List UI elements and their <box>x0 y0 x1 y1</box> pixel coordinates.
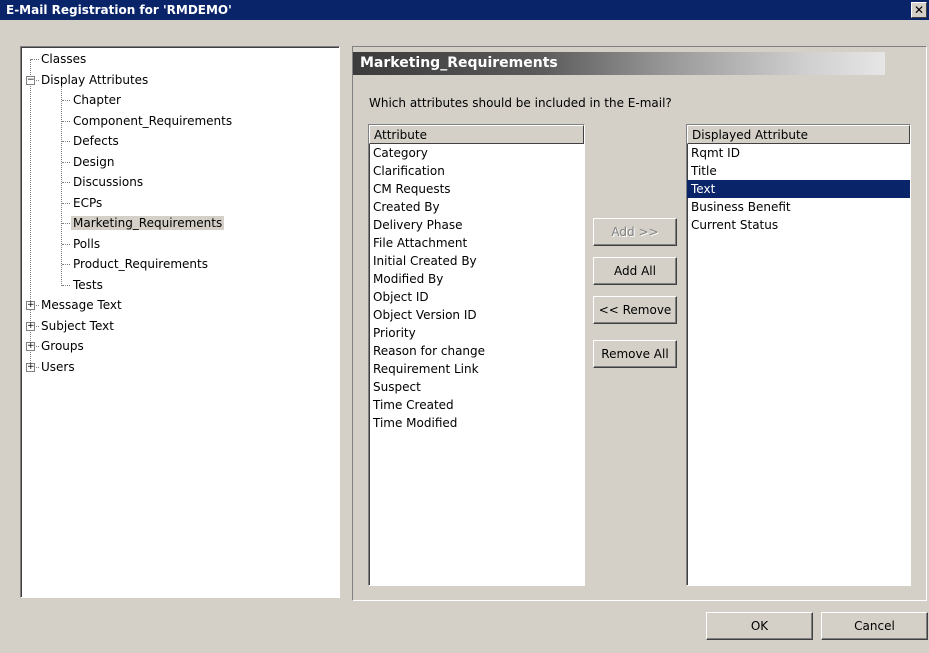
available-attribute-item[interactable]: Suspect <box>369 378 584 396</box>
tree-item-product-requirements[interactable]: Product_Requirements <box>71 255 210 273</box>
tree-item-label: Groups <box>41 339 84 353</box>
tree-connector-line <box>62 243 70 245</box>
expand-icon[interactable]: + <box>26 321 35 331</box>
displayed-attribute-item[interactable]: Rqmt ID <box>687 144 910 162</box>
displayed-attribute-item[interactable]: Text <box>687 180 910 198</box>
available-attribute-item[interactable]: Requirement Link <box>369 360 584 378</box>
tree-item-label: Marketing_Requirements <box>71 216 225 230</box>
tree-connector-line <box>62 223 70 224</box>
tree-item-label: Product_Requirements <box>73 257 208 271</box>
tree-connector-line <box>62 182 70 183</box>
tree-item-label: Subject Text <box>41 318 114 333</box>
tree-connector-line <box>31 59 39 60</box>
add-button[interactable]: Add >> <box>593 218 677 246</box>
tree-item-label: Classes <box>41 52 87 66</box>
add-all-button[interactable]: Add All <box>593 257 677 285</box>
tree-item-discussions[interactable]: Discussions <box>71 173 145 191</box>
tree-connector-line <box>62 264 70 265</box>
tree-connector-line <box>62 284 70 286</box>
displayed-attribute-item[interactable]: Current Status <box>687 216 910 234</box>
tree-connector-line <box>62 120 70 122</box>
tree-item-label: Users <box>41 359 75 374</box>
available-attribute-item[interactable]: Delivery Phase <box>369 216 584 234</box>
window-title: E-Mail Registration for 'RMDEMO' <box>6 3 232 17</box>
available-attribute-item[interactable]: Priority <box>369 324 584 342</box>
tree-connector-line <box>61 86 62 286</box>
tree-item-label: Tests <box>73 277 103 292</box>
expand-icon[interactable]: + <box>26 301 35 310</box>
available-attribute-item[interactable]: Time Created <box>369 396 584 414</box>
available-attribute-item[interactable]: Time Modified <box>369 414 584 432</box>
collapse-icon[interactable]: − <box>26 75 35 85</box>
tree-item-classes[interactable]: Classes <box>39 50 88 68</box>
available-attribute-item[interactable]: Modified By <box>369 270 584 288</box>
tree-item-polls[interactable]: Polls <box>71 235 102 253</box>
available-attributes-header[interactable]: Attribute <box>369 125 584 144</box>
tree-item-message-text[interactable]: Message Text <box>39 296 124 314</box>
tree-connector-line <box>62 161 70 163</box>
available-attribute-item[interactable]: Created By <box>369 198 584 216</box>
category-tree[interactable]: Classes − Display Attributes Chapter Compone… <box>20 46 340 598</box>
tree-item-component-requirements[interactable]: Component_Requirements <box>71 112 234 130</box>
tree-item-label: Defects <box>73 134 119 148</box>
tree-item-chapter[interactable]: Chapter <box>71 91 123 109</box>
tree-item-tests[interactable]: Tests <box>71 276 105 294</box>
tree-item-label: Chapter <box>73 93 121 107</box>
tree-item-label: Display Attributes <box>41 72 149 87</box>
tree-item-users[interactable]: Users <box>39 358 77 376</box>
ok-button[interactable]: OK <box>706 612 813 640</box>
window-title-bar: E-Mail Registration for 'RMDEMO' ✕ <box>0 0 929 20</box>
expand-icon[interactable]: + <box>26 362 35 372</box>
tree-item-groups[interactable]: Groups <box>39 337 86 355</box>
tree-connector-line <box>62 202 70 204</box>
displayed-attributes-list[interactable]: Displayed Attribute Rqmt ID Title Text Busi… <box>686 124 911 586</box>
tree-item-label: Design <box>73 154 115 169</box>
tree-item-label: Discussions <box>73 175 144 189</box>
cancel-button[interactable]: Cancel <box>821 612 928 640</box>
question-label: Which attributes should be included in t… <box>369 96 672 110</box>
tree-connector-line <box>62 141 70 142</box>
tree-connector-line <box>62 100 70 101</box>
tree-item-ecps[interactable]: ECPs <box>71 194 104 212</box>
tree-item-subject-text[interactable]: Subject Text <box>39 317 116 335</box>
remove-all-button[interactable]: Remove All <box>593 340 677 368</box>
available-attribute-item[interactable]: CM Requests <box>369 180 584 198</box>
displayed-attribute-item[interactable]: Title <box>687 162 910 180</box>
panel-title: Marketing_Requirements <box>353 52 885 75</box>
close-icon[interactable]: ✕ <box>911 2 927 18</box>
tree-item-label: Component_Requirements <box>73 113 233 128</box>
available-attribute-item[interactable]: Reason for change <box>369 342 584 360</box>
displayed-attribute-item[interactable]: Business Benefit <box>687 198 910 216</box>
available-attributes-list[interactable]: Attribute Category Clarification CM Reques… <box>368 124 585 586</box>
tree-item-defects[interactable]: Defects <box>71 132 121 150</box>
available-attribute-item[interactable]: Object ID <box>369 288 584 306</box>
remove-button[interactable]: << Remove <box>593 296 677 324</box>
tree-item-marketing-requirements[interactable]: Marketing_Requirements <box>71 214 225 232</box>
available-attribute-item[interactable]: File Attachment <box>369 234 584 252</box>
available-attribute-item[interactable]: Object Version ID <box>369 306 584 324</box>
displayed-attributes-header[interactable]: Displayed Attribute <box>687 125 910 144</box>
available-attribute-item[interactable]: Initial Created By <box>369 252 584 270</box>
tree-item-label: Message Text <box>41 298 122 312</box>
available-attribute-item[interactable]: Category <box>369 144 584 162</box>
available-attribute-item[interactable]: Clarification <box>369 162 584 180</box>
tree-item-design[interactable]: Design <box>71 153 116 171</box>
tree-item-display-attributes[interactable]: Display Attributes <box>39 71 150 89</box>
tree-item-label: ECPs <box>73 195 103 210</box>
expand-icon[interactable]: + <box>26 342 35 351</box>
tree-item-label: Polls <box>73 236 101 251</box>
